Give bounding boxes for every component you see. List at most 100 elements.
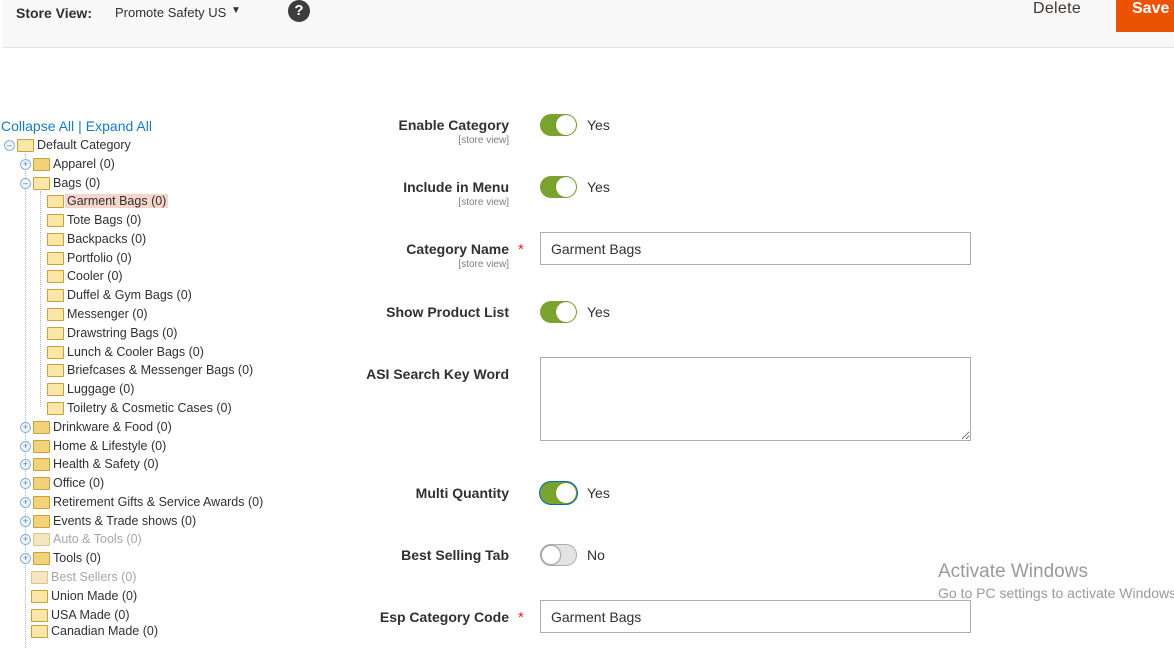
best-selling-tab-toggle[interactable] — [540, 544, 577, 566]
tree-node-label: Drinkware & Food (0) — [53, 420, 172, 434]
folder-icon — [31, 609, 48, 623]
expand-icon[interactable]: + — [20, 441, 31, 453]
tree-node-garment-bags[interactable]: Garment Bags (0) — [47, 193, 169, 209]
folder-icon — [47, 383, 64, 397]
tree-node-root[interactable]: – Default Category — [4, 137, 133, 153]
folder-icon — [47, 346, 64, 360]
collapse-icon[interactable]: – — [20, 178, 31, 190]
folder-icon — [47, 364, 64, 378]
collapse-icon[interactable]: – — [4, 140, 15, 152]
tree-node-label: Tools (0) — [53, 551, 101, 565]
tree-node-bags[interactable]: – Bags (0) — [20, 175, 102, 191]
tree-node-backpacks[interactable]: Backpacks (0) — [47, 231, 148, 247]
tree-node-apparel[interactable]: + Apparel (0) — [20, 156, 117, 172]
tree-node-retirement-gifts[interactable]: + Retirement Gifts & Service Awards (0) — [20, 494, 265, 510]
tree-controls: Collapse All | Expand All — [1, 118, 152, 134]
tree-node-label: Toiletry & Cosmetic Cases (0) — [67, 401, 232, 415]
tree-node-health-safety[interactable]: + Health & Safety (0) — [20, 456, 161, 472]
expand-all-link[interactable]: Expand All — [86, 118, 152, 134]
folder-icon — [33, 158, 50, 172]
expand-icon[interactable]: + — [20, 422, 31, 434]
folder-icon — [33, 477, 50, 491]
tree-node-label: Backpacks (0) — [67, 232, 147, 246]
activate-windows-title: Activate Windows — [938, 561, 1088, 582]
tree-node-tote-bags[interactable]: Tote Bags (0) — [47, 212, 143, 228]
multi-quantity-label: Multi Quantity — [415, 485, 509, 501]
toggle-knob — [556, 177, 576, 197]
tree-node-union-made[interactable]: Union Made (0) — [31, 588, 139, 604]
esp-category-code-input[interactable] — [540, 600, 971, 633]
tree-node-label: Auto & Tools (0) — [53, 532, 142, 546]
show-product-list-label: Show Product List — [386, 304, 509, 320]
required-asterisk: * — [518, 609, 524, 626]
category-name-input[interactable] — [540, 232, 971, 265]
expand-icon[interactable]: + — [20, 516, 31, 528]
tree-node-briefcases[interactable]: Briefcases & Messenger Bags (0) — [47, 362, 255, 378]
enable-category-scope: [store view] — [458, 135, 509, 146]
tree-node-label: Lunch & Cooler Bags (0) — [67, 345, 204, 359]
folder-icon — [47, 233, 64, 247]
tree-node-cooler[interactable]: Cooler (0) — [47, 268, 125, 284]
include-in-menu-toggle[interactable] — [540, 176, 577, 198]
tree-node-usa-made[interactable]: USA Made (0) — [31, 607, 132, 623]
collapse-all-link[interactable]: Collapse All — [1, 118, 74, 134]
store-view-label: Store View: — [16, 5, 92, 21]
tree-node-canadian-made[interactable]: Canadian Made (0) — [31, 623, 160, 639]
tree-node-duffel-gym-bags[interactable]: Duffel & Gym Bags (0) — [47, 287, 194, 303]
folder-icon — [33, 440, 50, 454]
include-in-menu-label: Include in Menu — [403, 179, 509, 195]
expand-icon[interactable]: + — [20, 497, 31, 509]
tree-node-auto-tools[interactable]: + Auto & Tools (0) — [20, 531, 144, 547]
tree-node-office[interactable]: + Office (0) — [20, 475, 106, 491]
category-name-label: Category Name — [406, 241, 509, 257]
tree-node-label: Office (0) — [53, 476, 105, 490]
best-selling-tab-value: No — [587, 547, 605, 563]
asi-search-key-word-textarea[interactable] — [540, 357, 971, 441]
tree-node-drinkware[interactable]: + Drinkware & Food (0) — [20, 419, 174, 435]
folder-icon — [47, 327, 64, 341]
esp-category-code-label: Esp Category Code — [379, 609, 509, 625]
tree-node-label: Default Category — [37, 138, 131, 152]
folder-open-icon — [17, 139, 34, 153]
tree-node-portfolio[interactable]: Portfolio (0) — [47, 250, 134, 266]
show-product-list-toggle[interactable] — [540, 301, 577, 323]
tree-node-drawstring-bags[interactable]: Drawstring Bags (0) — [47, 325, 179, 341]
expand-icon[interactable]: + — [20, 459, 31, 471]
tree-node-label: Portfolio (0) — [67, 251, 132, 265]
tree-node-events[interactable]: + Events & Trade shows (0) — [20, 513, 198, 529]
include-in-menu-scope: [store view] — [458, 197, 509, 208]
tree-node-messenger[interactable]: Messenger (0) — [47, 306, 150, 322]
tree-node-lunch-cooler-bags[interactable]: Lunch & Cooler Bags (0) — [47, 344, 206, 360]
tree-node-label: Cooler (0) — [67, 269, 123, 283]
multi-quantity-value: Yes — [587, 485, 610, 501]
store-view-toolbar: Store View: Promote Safety US ▼ ? Delete… — [2, 0, 1174, 48]
tree-controls-separator: | — [78, 118, 82, 134]
multi-quantity-toggle[interactable] — [540, 482, 577, 504]
tree-node-home-lifestyle[interactable]: + Home & Lifestyle (0) — [20, 438, 168, 454]
tree-node-label: Duffel & Gym Bags (0) — [67, 288, 192, 302]
required-asterisk: * — [518, 241, 524, 258]
delete-button[interactable]: Delete — [1033, 0, 1081, 18]
save-button[interactable]: Save — [1116, 0, 1174, 32]
tree-node-toiletry[interactable]: Toiletry & Cosmetic Cases (0) — [47, 400, 234, 416]
toggle-knob — [556, 302, 576, 322]
include-in-menu-value: Yes — [587, 179, 610, 195]
folder-icon — [33, 458, 50, 472]
expand-icon[interactable]: + — [20, 159, 31, 171]
tree-node-label: Events & Trade shows (0) — [53, 514, 197, 528]
tree-node-label: Tote Bags (0) — [67, 213, 142, 227]
folder-icon — [33, 515, 50, 529]
tree-node-best-sellers[interactable]: Best Sellers (0) — [31, 569, 138, 585]
tree-node-tools[interactable]: + Tools (0) — [20, 550, 103, 566]
expand-icon[interactable]: + — [20, 553, 31, 565]
expand-icon[interactable]: + — [20, 534, 31, 546]
enable-category-toggle[interactable] — [540, 114, 577, 136]
folder-icon — [33, 533, 50, 547]
folder-icon — [47, 214, 64, 228]
chevron-down-icon[interactable]: ▼ — [231, 5, 241, 16]
help-icon[interactable]: ? — [288, 0, 310, 22]
store-view-switcher[interactable]: Promote Safety US — [115, 5, 226, 20]
best-selling-tab-label: Best Selling Tab — [401, 547, 509, 563]
expand-icon[interactable]: + — [20, 478, 31, 490]
tree-node-luggage[interactable]: Luggage (0) — [47, 381, 136, 397]
